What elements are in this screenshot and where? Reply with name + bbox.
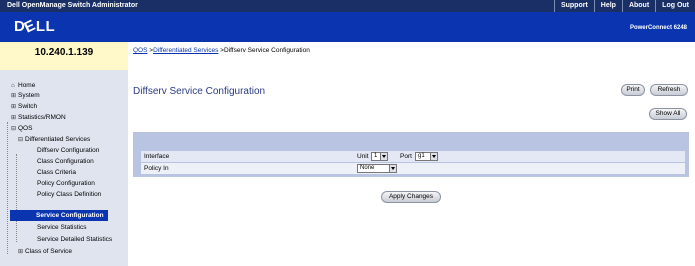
logout-link[interactable]: Log Out <box>655 0 695 12</box>
port-label: Port <box>400 153 412 160</box>
product-name: PowerConnect 6248 <box>629 25 687 31</box>
collapse-icon[interactable]: ⊟ <box>18 135 25 146</box>
support-link[interactable]: Support <box>553 0 594 12</box>
tree-guide <box>16 154 17 242</box>
interface-row: Interface Unit 1 Port g1 <box>141 151 685 162</box>
expand-icon[interactable]: ⊞ <box>18 247 25 258</box>
policy-in-label: Policy In <box>144 165 169 172</box>
chevron-down-icon <box>389 165 396 172</box>
sidebar-item-service-configuration[interactable]: Service Configuration <box>10 210 108 221</box>
sidebar-item-service-detailed-statistics[interactable]: Service Detailed Statistics <box>37 234 112 245</box>
sidebar: ⌂ Home ⊞ System ⊞ Switch ⊞ Statistics/RMON ⊟… <box>0 70 128 266</box>
help-link[interactable]: Help <box>593 0 622 12</box>
top-links: Support Help About Log Out <box>553 0 695 12</box>
sidebar-item-class-of-service[interactable]: ⊞ Class of Service <box>18 246 72 257</box>
app-title: Dell OpenManage Switch Administrator <box>7 2 138 9</box>
chevron-down-icon <box>430 153 437 160</box>
sidebar-item-class-configuration[interactable]: Class Configuration <box>37 156 94 167</box>
sidebar-item-qos[interactable]: ⊟ QOS <box>11 123 32 134</box>
interface-label: Interface <box>144 153 170 160</box>
unit-select[interactable]: 1 <box>371 152 388 161</box>
top-bar: Dell OpenManage Switch Administrator Sup… <box>0 0 695 12</box>
page-title: Diffserv Service Configuration <box>133 86 266 97</box>
chevron-down-icon <box>380 153 387 160</box>
sidebar-item-switch[interactable]: ⊞ Switch <box>11 101 37 112</box>
sidebar-item-policy-class-definition[interactable]: Policy Class Definition <box>37 189 101 200</box>
policy-in-select[interactable]: None <box>357 164 397 173</box>
dell-logo: DELL <box>14 16 56 37</box>
refresh-button[interactable]: Refresh <box>650 84 688 96</box>
port-select[interactable]: g1 <box>415 152 438 161</box>
apply-changes-button[interactable]: Apply Changes <box>381 191 441 203</box>
breadcrumb-differentiated-services[interactable]: Differentiated Services <box>153 47 218 54</box>
sidebar-item-class-criteria[interactable]: Class Criteria <box>37 167 76 178</box>
sidebar-item-policy-configuration[interactable]: Policy Configuration <box>37 178 95 189</box>
about-link[interactable]: About <box>621 0 655 12</box>
brand-bar: DELL PowerConnect 6248 <box>0 12 695 42</box>
sidebar-item-statistics-rmon[interactable]: ⊞ Statistics/RMON <box>11 112 66 123</box>
show-all-button[interactable]: Show All <box>649 108 687 120</box>
sidebar-item-service-statistics[interactable]: Service Statistics <box>37 222 87 233</box>
tree-guide <box>7 122 8 254</box>
sidebar-item-diffserv-configuration[interactable]: Diffserv Configuration <box>37 145 99 156</box>
sidebar-item-differentiated-services[interactable]: ⊟ Differentiated Services <box>18 134 90 145</box>
switch-ip: 10.240.1.139 <box>34 47 94 58</box>
breadcrumb: QOS >Differentiated Services >Diffserv S… <box>133 46 310 55</box>
sidebar-item-system[interactable]: ⊞ System <box>11 90 40 101</box>
breadcrumb-qos[interactable]: QOS <box>133 47 147 54</box>
policy-row: Policy In None <box>141 163 685 174</box>
unit-label: Unit <box>357 153 369 160</box>
breadcrumb-current: Diffserv Service Configuration <box>223 47 310 54</box>
collapse-icon[interactable]: ⊟ <box>11 124 18 135</box>
ip-box: 10.240.1.139 <box>0 42 128 70</box>
print-button[interactable]: Print <box>621 84 645 96</box>
